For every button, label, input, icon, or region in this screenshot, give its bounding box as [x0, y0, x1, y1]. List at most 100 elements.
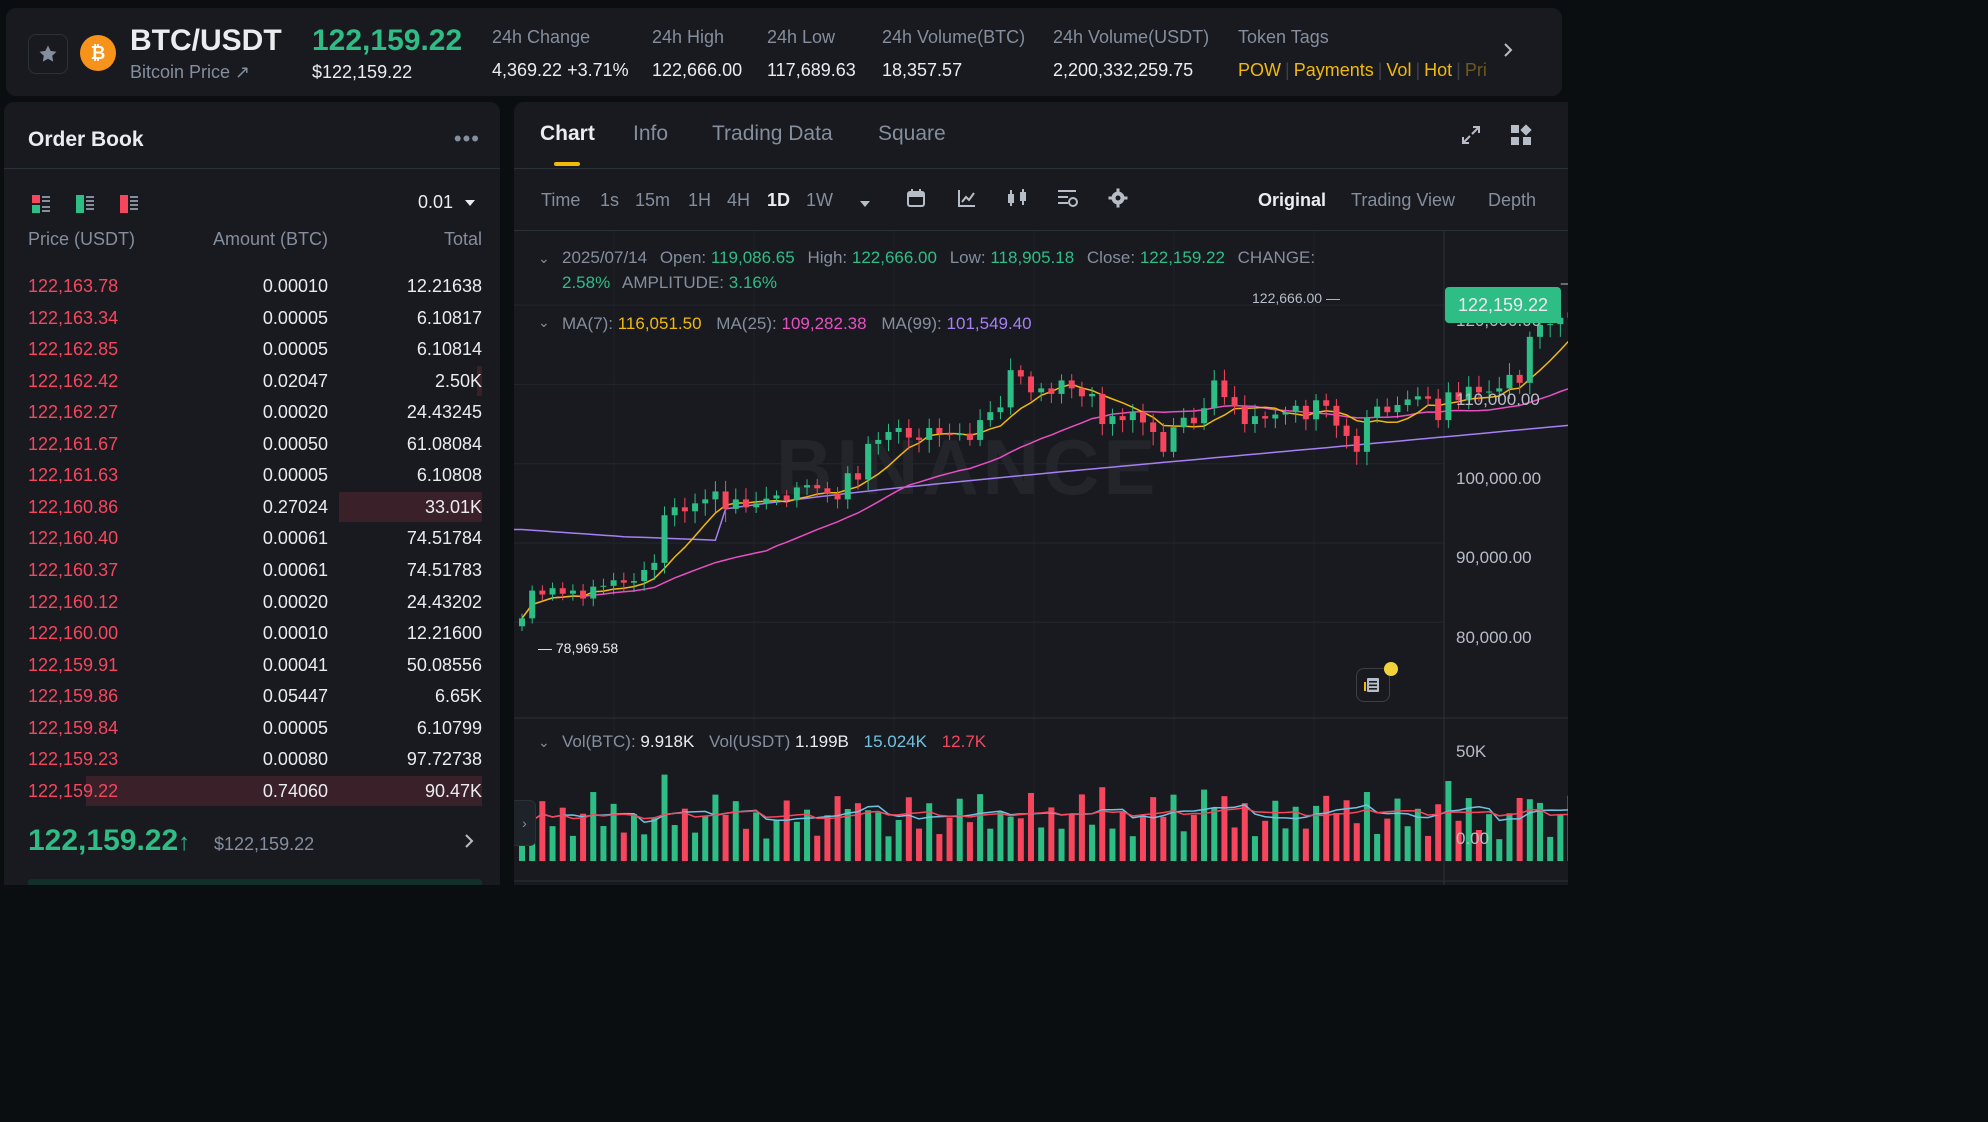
candle[interactable]: [1394, 396, 1401, 419]
candle[interactable]: [905, 419, 912, 450]
precision-select[interactable]: 0.01: [418, 192, 476, 213]
candle[interactable]: [1058, 374, 1065, 404]
chevron-right-icon[interactable]: ›: [514, 800, 536, 846]
candle[interactable]: [732, 488, 739, 514]
candle[interactable]: [590, 579, 597, 607]
timeframe-1d[interactable]: 1D: [767, 190, 790, 211]
candle[interactable]: [661, 506, 668, 574]
timeframe-time[interactable]: Time: [541, 190, 580, 211]
candle[interactable]: [875, 432, 882, 455]
ask-row[interactable]: 122,162.27 0.00020 24.43245: [4, 396, 500, 427]
candle[interactable]: [936, 418, 943, 447]
tag-vol[interactable]: Vol: [1386, 60, 1411, 80]
candle[interactable]: [692, 493, 699, 524]
candle[interactable]: [1160, 423, 1167, 457]
chevron-right-icon[interactable]: [1502, 42, 1514, 63]
candle[interactable]: [763, 486, 770, 510]
tag-pow[interactable]: POW: [1238, 60, 1281, 80]
timeframe-dropdown-icon[interactable]: [859, 196, 871, 214]
indicator-chart-icon[interactable]: [957, 188, 977, 213]
candle[interactable]: [1425, 386, 1432, 406]
candle[interactable]: [1028, 371, 1034, 401]
candle[interactable]: [824, 481, 831, 503]
candle[interactable]: [529, 585, 536, 624]
ask-row[interactable]: 122,159.22 0.74060 90.47K: [4, 775, 500, 806]
ask-row[interactable]: 122,159.84 0.00005 6.10799: [4, 712, 500, 743]
candle[interactable]: [681, 497, 688, 523]
ask-row[interactable]: 122,159.86 0.05447 6.65K: [4, 680, 500, 711]
ask-row[interactable]: 122,160.86 0.27024 33.01K: [4, 491, 500, 522]
candle[interactable]: [1038, 382, 1045, 402]
bitcoin-price-link[interactable]: Bitcoin Price ↗: [130, 62, 250, 83]
candle[interactable]: [1017, 365, 1024, 385]
candle[interactable]: [804, 479, 811, 496]
ask-row[interactable]: 122,160.37 0.00061 74.51783: [4, 554, 500, 585]
ask-row[interactable]: 122,163.34 0.00005 6.10817: [4, 302, 500, 333]
candle[interactable]: [1404, 390, 1411, 412]
tag-payments[interactable]: Payments: [1294, 60, 1374, 80]
tab-chart[interactable]: Chart: [540, 122, 595, 146]
candle[interactable]: [1353, 428, 1360, 465]
chevron-down-icon[interactable]: ⌄: [538, 314, 550, 331]
candle[interactable]: [702, 489, 709, 516]
candle[interactable]: [671, 498, 678, 527]
candle[interactable]: [793, 481, 800, 508]
candle[interactable]: [1262, 411, 1269, 428]
candle[interactable]: [1007, 358, 1014, 415]
candle[interactable]: [1384, 398, 1391, 418]
view-both-icon[interactable]: [32, 195, 50, 213]
candle[interactable]: [712, 481, 719, 513]
tab-trading-data[interactable]: Trading Data: [712, 122, 833, 146]
candle[interactable]: [895, 419, 902, 444]
tab-square[interactable]: Square: [878, 122, 946, 146]
view-bids-icon[interactable]: [76, 195, 94, 213]
candle[interactable]: [956, 423, 963, 441]
timeframe-4h[interactable]: 4H: [727, 190, 750, 211]
candle[interactable]: [1068, 374, 1075, 399]
candle[interactable]: [1170, 417, 1177, 458]
candle[interactable]: [1078, 381, 1085, 407]
ask-row[interactable]: 122,163.78 0.00010 12.21638: [4, 270, 500, 301]
chevron-down-icon[interactable]: ⌄: [538, 734, 550, 751]
candle[interactable]: [1048, 382, 1055, 404]
candle[interactable]: [1119, 408, 1126, 433]
view-asks-icon[interactable]: [120, 195, 138, 213]
candle[interactable]: [1333, 398, 1340, 438]
ask-row[interactable]: 122,162.42 0.02047 2.50K: [4, 365, 500, 396]
ask-row[interactable]: 122,159.23 0.00080 97.72738: [4, 743, 500, 774]
ask-row[interactable]: 122,161.63 0.00005 6.10808: [4, 459, 500, 490]
candle[interactable]: [1099, 386, 1106, 436]
chevron-right-icon[interactable]: [464, 834, 474, 853]
candle[interactable]: [783, 490, 790, 508]
layout-grid-icon[interactable]: [1510, 124, 1532, 151]
tag-pri[interactable]: Pri: [1465, 60, 1487, 80]
timeframe-1s[interactable]: 1s: [600, 190, 619, 211]
candle[interactable]: [1414, 387, 1421, 407]
more-options-icon[interactable]: •••: [454, 126, 480, 152]
ask-row[interactable]: 122,160.40 0.00061 74.51784: [4, 522, 500, 553]
candle[interactable]: [987, 401, 994, 427]
chart-settings-list-icon[interactable]: [1057, 188, 1079, 213]
candle[interactable]: [916, 428, 923, 453]
candle[interactable]: [966, 423, 973, 446]
favorite-button[interactable]: [28, 34, 68, 74]
candle[interactable]: [844, 466, 851, 509]
candle[interactable]: [1109, 408, 1116, 436]
candle[interactable]: [1139, 403, 1146, 436]
timeframe-15m[interactable]: 15m: [635, 190, 670, 211]
timeframe-1h[interactable]: 1H: [688, 190, 711, 211]
calendar-icon[interactable]: [906, 188, 926, 213]
fullscreen-icon[interactable]: [1460, 124, 1482, 151]
view-trading-view[interactable]: Trading View: [1351, 190, 1455, 211]
candle[interactable]: [610, 572, 617, 595]
view-original[interactable]: Original: [1258, 190, 1326, 211]
tag-hot[interactable]: Hot: [1424, 60, 1452, 80]
view-depth[interactable]: Depth: [1488, 190, 1536, 211]
gear-icon[interactable]: [1108, 188, 1128, 213]
tab-info[interactable]: Info: [633, 122, 668, 146]
ask-row[interactable]: 122,162.85 0.00005 6.10814: [4, 333, 500, 364]
candle[interactable]: [641, 561, 648, 591]
candle[interactable]: [997, 395, 1004, 420]
candle[interactable]: [539, 585, 546, 601]
candle[interactable]: [834, 487, 841, 509]
